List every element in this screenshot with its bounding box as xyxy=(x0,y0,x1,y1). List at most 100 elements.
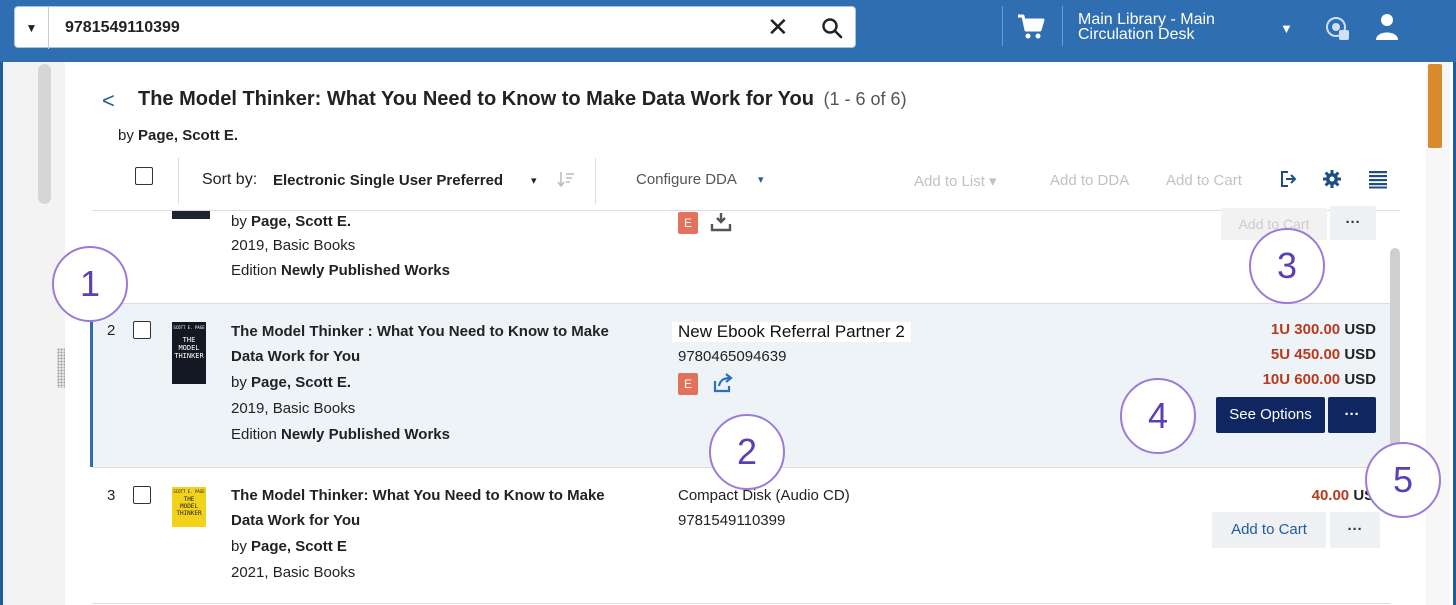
row2-isbn: 9780465094639 xyxy=(678,348,787,365)
row1-author: by Page, Scott E. xyxy=(231,209,351,235)
price-amount: 450.00 xyxy=(1294,346,1341,363)
configure-dda-button[interactable]: Configure DDA xyxy=(636,171,737,188)
right-scrollbar-thumb[interactable] xyxy=(1428,64,1442,148)
sort-direction-icon[interactable] xyxy=(557,170,575,188)
divider xyxy=(92,603,1390,604)
price-currency: USD xyxy=(1344,321,1376,338)
add-to-cart-button[interactable]: Add to Cart xyxy=(1212,512,1326,548)
cover-author: SCOTT E. PAGE xyxy=(173,325,205,330)
cover-title-line: MODEL xyxy=(179,503,199,510)
title-text: The Model Thinker: What You Need to Know… xyxy=(138,88,814,110)
row-checkbox[interactable] xyxy=(133,486,151,504)
add-to-cart-button[interactable]: Add to Cart xyxy=(1166,172,1242,189)
ebook-badge: E xyxy=(678,373,698,395)
price-tier-label: 10U xyxy=(1262,371,1291,388)
cover-title-line: THE xyxy=(182,336,196,344)
cart-icon[interactable] xyxy=(1016,13,1046,41)
row3-isbn: 9781549110399 xyxy=(678,512,786,529)
annotation-marker: 5 xyxy=(1365,442,1441,518)
divider xyxy=(178,158,179,204)
title-author: by Page, Scott E. xyxy=(118,127,238,144)
row-checkbox[interactable] xyxy=(133,321,151,339)
chevron-down-icon[interactable]: ▼ xyxy=(1280,21,1293,36)
annotation-marker: 4 xyxy=(1120,378,1196,454)
row3-publication: 2021, Basic Books xyxy=(231,564,356,581)
share-icon[interactable] xyxy=(712,373,734,393)
price-amount: 40.00 xyxy=(1311,487,1350,504)
more-options-button[interactable]: ··· xyxy=(1328,397,1376,433)
annotation-marker: 3 xyxy=(1249,228,1325,304)
add-to-dda-button[interactable]: Add to DDA xyxy=(1050,172,1129,189)
list-view-icon[interactable] xyxy=(1368,169,1388,189)
row3-title-line2[interactable]: Data Work for You xyxy=(231,508,360,534)
location-icon[interactable] xyxy=(1325,16,1351,42)
search-icon[interactable] xyxy=(821,17,843,39)
author-name: Page, Scott E. xyxy=(251,213,352,230)
ebook-badge: E xyxy=(678,212,698,234)
author-prefix: by xyxy=(231,213,247,230)
download-icon[interactable] xyxy=(710,212,732,232)
export-icon[interactable] xyxy=(1278,169,1298,189)
row2-author: by Page, Scott E. xyxy=(231,370,351,396)
author-prefix: by xyxy=(118,127,134,144)
sort-label: Sort by: xyxy=(202,171,258,188)
price-amount: 300.00 xyxy=(1294,321,1341,338)
add-to-list-button[interactable]: Add to List ▾ xyxy=(914,172,997,190)
row-number: 2 xyxy=(107,322,116,339)
page-title: The Model Thinker: What You Need to Know… xyxy=(138,88,907,111)
row2-edition: Edition Newly Published Works xyxy=(231,422,450,448)
vendor-name: New Ebook Referral Partner 2 xyxy=(672,322,911,342)
search-scope-dropdown[interactable]: ▼ xyxy=(15,7,49,49)
author-name: Page, Scott E xyxy=(251,538,347,555)
sort-dropdown[interactable]: Electronic Single User Preferred xyxy=(273,172,503,189)
price-amount: 600.00 xyxy=(1294,371,1341,388)
user-icon[interactable] xyxy=(1375,12,1399,42)
author-name: Page, Scott E. xyxy=(251,374,352,391)
divider xyxy=(595,158,596,204)
author-name: Page, Scott E. xyxy=(138,127,239,144)
row-number: 3 xyxy=(107,487,116,504)
price-tier: 5U 450.00 USD xyxy=(1200,346,1376,363)
more-options-button[interactable]: ··· xyxy=(1330,206,1376,240)
row2-publication: 2019, Basic Books xyxy=(231,400,356,417)
cover-title-line: THINKER xyxy=(176,510,202,517)
left-gutter xyxy=(3,62,65,605)
gear-icon[interactable] xyxy=(1322,169,1342,189)
book-cover xyxy=(172,211,210,219)
select-all-checkbox[interactable] xyxy=(135,167,153,185)
more-options-button[interactable]: ··· xyxy=(1330,512,1380,548)
row3-author: by Page, Scott E xyxy=(231,534,347,560)
row3-format: Compact Disk (Audio CD) xyxy=(678,487,850,504)
drag-handle[interactable] xyxy=(57,348,65,388)
annotation-marker: 2 xyxy=(709,414,785,490)
see-options-button[interactable]: See Options xyxy=(1216,397,1325,433)
back-button[interactable]: < xyxy=(102,88,115,114)
book-cover: SCOTT E. PAGE THE MODEL THINKER xyxy=(172,322,206,384)
row1-publication: 2019, Basic Books xyxy=(231,237,356,254)
clear-icon[interactable]: ✕ xyxy=(767,13,789,41)
edition-label: Edition xyxy=(231,426,277,443)
cover-author: SCOTT E. PAGE xyxy=(173,489,205,494)
row3-title-line1[interactable]: The Model Thinker: What You Need to Know… xyxy=(231,483,605,509)
row2-title-line2[interactable]: Data Work for You xyxy=(231,344,360,370)
left-scrollbar[interactable] xyxy=(38,64,51,204)
cover-title-line: THINKER xyxy=(174,352,204,360)
top-bar: ▼ 9781549110399 ✕ Main Library - Main Ci… xyxy=(0,0,1456,62)
author-prefix: by xyxy=(231,374,247,391)
search-input[interactable]: 9781549110399 xyxy=(65,19,180,37)
chevron-down-icon[interactable]: ▾ xyxy=(531,174,537,187)
price-tier-label: 1U xyxy=(1270,321,1291,338)
edition-label: Edition xyxy=(231,262,277,279)
divider xyxy=(1002,6,1003,46)
cover-title-line: THE xyxy=(183,496,195,503)
chevron-down-icon[interactable]: ▾ xyxy=(758,173,764,186)
search-box[interactable]: ▼ 9781549110399 ✕ xyxy=(14,6,856,49)
row2-title-line1[interactable]: The Model Thinker : What You Need to Kno… xyxy=(231,319,609,345)
divider xyxy=(1062,6,1063,46)
book-cover: SCOTT E. PAGE THE MODEL THINKER xyxy=(172,487,206,527)
edition-value: Newly Published Works xyxy=(281,426,450,443)
result-count: (1 - 6 of 6) xyxy=(823,89,907,109)
author-prefix: by xyxy=(231,538,247,555)
library-selector[interactable]: Main Library - Main Circulation Desk xyxy=(1078,12,1278,43)
cover-title-line: MODEL xyxy=(178,344,200,352)
